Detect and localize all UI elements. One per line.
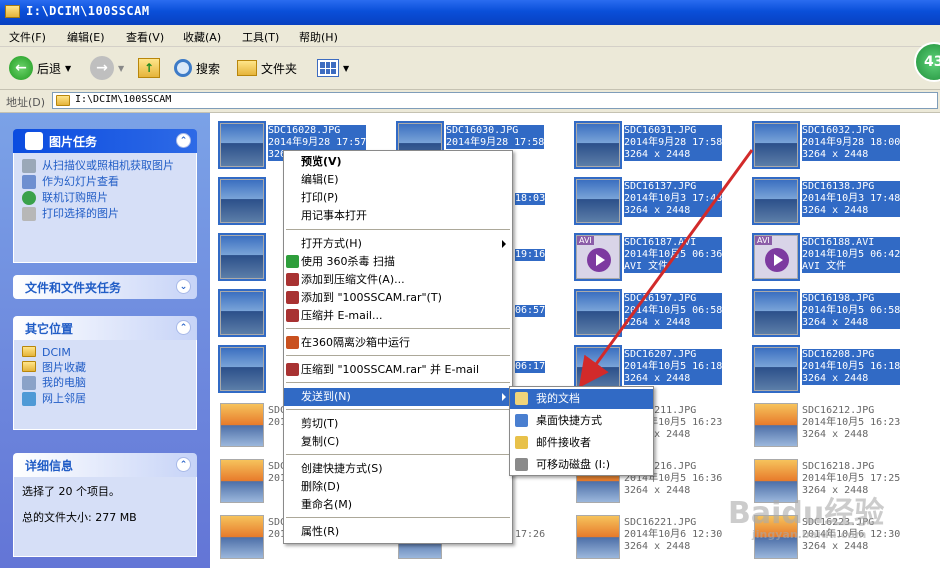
menu-open-notepad[interactable]: 用记事本打开 bbox=[284, 207, 512, 225]
menu-item-label: 压缩并 E-mail... bbox=[301, 309, 383, 322]
menu-open-with[interactable]: 打开方式(H) bbox=[284, 235, 512, 253]
menu-item-label: 打开方式(H) bbox=[301, 237, 362, 250]
menu-item-label: 发送到(N) bbox=[301, 390, 351, 403]
menu-item-label: 在360隔离沙箱中运行 bbox=[301, 336, 410, 349]
submenu-arrow-icon bbox=[502, 240, 506, 248]
sandbox-icon bbox=[286, 336, 299, 349]
desktop-icon bbox=[515, 414, 528, 427]
menu-compress-rar-email[interactable]: 压缩到 "100SSCAM.rar" 并 E-mail bbox=[284, 361, 512, 379]
archive-icon bbox=[286, 309, 299, 322]
menu-properties[interactable]: 属性(R) bbox=[284, 523, 512, 541]
watermark-url: jingyan.baidu.com bbox=[752, 528, 867, 541]
sendto-desktop-shortcut[interactable]: 桌面快捷方式 bbox=[510, 411, 653, 431]
menu-item-label: 复制(C) bbox=[301, 435, 340, 448]
menu-preview[interactable]: 预览(V) bbox=[284, 153, 512, 171]
archive-icon bbox=[286, 291, 299, 304]
menu-create-shortcut[interactable]: 创建快捷方式(S) bbox=[284, 460, 512, 478]
menu-separator bbox=[286, 229, 510, 230]
menu-item-label: 我的文档 bbox=[536, 392, 580, 405]
menu-item-label: 创建快捷方式(S) bbox=[301, 462, 383, 475]
menu-separator bbox=[286, 517, 510, 518]
menu-cut[interactable]: 剪切(T) bbox=[284, 415, 512, 433]
menu-item-label: 使用 360杀毒 扫描 bbox=[301, 255, 395, 268]
sendto-my-documents[interactable]: 我的文档 bbox=[510, 389, 653, 409]
menu-rename[interactable]: 重命名(M) bbox=[284, 496, 512, 514]
menu-item-label: 邮件接收者 bbox=[536, 436, 591, 449]
menu-send-to[interactable]: 发送到(N) bbox=[284, 388, 512, 406]
menu-add-archive[interactable]: 添加到压缩文件(A)... bbox=[284, 271, 512, 289]
menu-separator bbox=[286, 328, 510, 329]
sendto-submenu: 我的文档桌面快捷方式 邮件接收者可移动磁盘 (I:) bbox=[509, 386, 654, 476]
menu-item-label: 添加到压缩文件(A)... bbox=[301, 273, 405, 286]
menu-separator bbox=[286, 382, 510, 383]
menu-separator bbox=[286, 454, 510, 455]
menu-item-label: 删除(D) bbox=[301, 480, 341, 493]
shield-icon bbox=[286, 255, 299, 268]
submenu-arrow-icon bbox=[502, 393, 506, 401]
archive-icon bbox=[286, 363, 299, 376]
menu-item-label: 用记事本打开 bbox=[301, 209, 367, 222]
mail-icon bbox=[515, 436, 528, 449]
docs-folder-icon bbox=[515, 392, 528, 405]
menu-print[interactable]: 打印(P) bbox=[284, 189, 512, 207]
menu-item-label: 可移动磁盘 (I:) bbox=[536, 458, 611, 471]
menu-item-label: 编辑(E) bbox=[301, 173, 339, 186]
menu-compress-email[interactable]: 压缩并 E-mail... bbox=[284, 307, 512, 325]
menu-item-label: 重命名(M) bbox=[301, 498, 353, 511]
menu-360-scan[interactable]: 使用 360杀毒 扫描 bbox=[284, 253, 512, 271]
sendto-removable-disk[interactable]: 可移动磁盘 (I:) bbox=[510, 455, 653, 475]
context-menu: 预览(V) 编辑(E) 打印(P) 用记事本打开 打开方式(H) 使用 360杀毒 扫描添… bbox=[283, 150, 513, 544]
watermark-logo: Baidu经验 bbox=[728, 496, 885, 531]
menu-separator bbox=[286, 409, 510, 410]
archive-icon bbox=[286, 273, 299, 286]
menu-item-label: 添加到 "100SSCAM.rar"(T) bbox=[301, 291, 442, 304]
menu-item-label: 压缩到 "100SSCAM.rar" 并 E-mail bbox=[301, 363, 480, 376]
menu-copy[interactable]: 复制(C) bbox=[284, 433, 512, 451]
menu-item-label: 预览(V) bbox=[301, 155, 342, 168]
sendto-mail-recipient[interactable]: 邮件接收者 bbox=[510, 433, 653, 453]
menu-item-label: 打印(P) bbox=[301, 191, 339, 204]
menu-add-rar[interactable]: 添加到 "100SSCAM.rar"(T) bbox=[284, 289, 512, 307]
menu-item-label: 剪切(T) bbox=[301, 417, 339, 430]
menu-item-label: 桌面快捷方式 bbox=[536, 414, 602, 427]
menu-separator bbox=[286, 355, 510, 356]
menu-delete[interactable]: 删除(D) bbox=[284, 478, 512, 496]
removable-disk-icon bbox=[515, 458, 528, 471]
menu-edit[interactable]: 编辑(E) bbox=[284, 171, 512, 189]
menu-sandbox-run[interactable]: 在360隔离沙箱中运行 bbox=[284, 334, 512, 352]
menu-item-label: 属性(R) bbox=[301, 525, 340, 538]
